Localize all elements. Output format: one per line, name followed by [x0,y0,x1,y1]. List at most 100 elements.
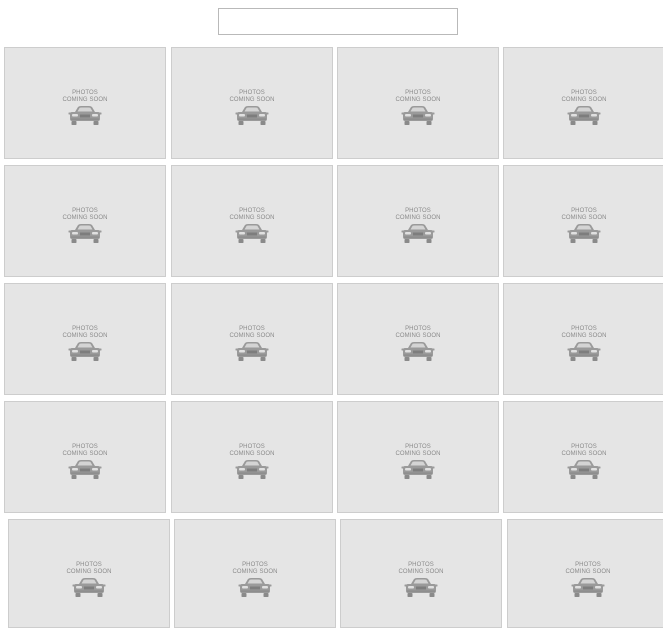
vehicle-photo-placeholder[interactable]: PHOTOS COMING SOON [171,47,333,159]
top-input-box[interactable] [218,8,458,35]
car-icon [567,106,601,125]
placeholder-line-2: COMING SOON [395,451,441,457]
car-icon [235,342,269,361]
vehicle-photo-placeholder[interactable]: PHOTOS COMING SOON [340,519,502,628]
placeholder-content: PHOTOS COMING SOON [338,326,498,363]
placeholder-line-2: COMING SOON [229,333,275,339]
placeholder-line-2: COMING SOON [229,97,275,103]
placeholder-line-1: PHOTOS [405,90,431,96]
placeholder-line-2: COMING SOON [565,569,611,575]
placeholder-content: PHOTOS COMING SOON [172,90,332,127]
placeholder-line-1: PHOTOS [239,326,265,332]
car-icon [401,342,435,361]
placeholder-line-2: COMING SOON [561,333,607,339]
placeholder-content: PHOTOS COMING SOON [172,444,332,481]
placeholder-line-2: COMING SOON [398,569,444,575]
placeholder-line-2: COMING SOON [561,215,607,221]
car-icon [238,578,272,597]
vehicle-photo-placeholder[interactable]: PHOTOS COMING SOON [337,401,499,513]
placeholder-line-2: COMING SOON [232,569,278,575]
placeholder-line-1: PHOTOS [239,444,265,450]
placeholder-line-2: COMING SOON [229,451,275,457]
placeholder-line-2: COMING SOON [395,215,441,221]
placeholder-content: PHOTOS COMING SOON [5,208,165,245]
vehicle-photo-placeholder[interactable]: PHOTOS COMING SOON [171,283,333,395]
car-icon [571,578,605,597]
placeholder-content: PHOTOS COMING SOON [341,562,501,599]
placeholder-line-1: PHOTOS [72,326,98,332]
vehicle-photo-placeholder[interactable]: PHOTOS COMING SOON [4,283,166,395]
placeholder-content: PHOTOS COMING SOON [175,562,335,599]
placeholder-line-2: COMING SOON [62,215,108,221]
placeholder-content: PHOTOS COMING SOON [5,444,165,481]
placeholder-line-1: PHOTOS [242,562,268,568]
vehicle-photo-placeholder[interactable]: PHOTOS COMING SOON [171,165,333,277]
vehicle-photo-placeholder[interactable]: PHOTOS COMING SOON [337,47,499,159]
car-icon [72,578,106,597]
vehicle-photo-placeholder[interactable]: PHOTOS COMING SOON [503,401,663,513]
placeholder-line-2: COMING SOON [62,333,108,339]
placeholder-line-1: PHOTOS [571,90,597,96]
placeholder-content: PHOTOS COMING SOON [504,326,663,363]
vehicle-photo-placeholder[interactable]: PHOTOS COMING SOON [174,519,336,628]
placeholder-content: PHOTOS COMING SOON [338,444,498,481]
car-icon [404,578,438,597]
placeholder-line-2: COMING SOON [62,97,108,103]
vehicle-photo-placeholder[interactable]: PHOTOS COMING SOON [503,47,663,159]
car-icon [68,224,102,243]
car-icon [567,460,601,479]
car-icon [235,106,269,125]
placeholder-line-1: PHOTOS [405,326,431,332]
placeholder-line-1: PHOTOS [72,208,98,214]
vehicle-photo-placeholder[interactable]: PHOTOS COMING SOON [171,401,333,513]
vehicle-photo-placeholder[interactable]: PHOTOS COMING SOON [8,519,170,628]
placeholder-line-1: PHOTOS [72,444,98,450]
placeholder-content: PHOTOS COMING SOON [172,208,332,245]
car-icon [401,106,435,125]
car-icon [401,224,435,243]
placeholder-line-1: PHOTOS [405,208,431,214]
placeholder-content: PHOTOS COMING SOON [504,90,663,127]
placeholder-content: PHOTOS COMING SOON [504,208,663,245]
vehicle-photo-placeholder[interactable]: PHOTOS COMING SOON [337,165,499,277]
placeholder-content: PHOTOS COMING SOON [172,326,332,363]
placeholder-line-2: COMING SOON [395,333,441,339]
vehicle-photo-placeholder[interactable]: PHOTOS COMING SOON [507,519,663,628]
vehicle-photo-placeholder[interactable]: PHOTOS COMING SOON [4,47,166,159]
car-icon [401,460,435,479]
car-icon [235,224,269,243]
placeholder-line-2: COMING SOON [66,569,112,575]
vehicle-photo-placeholder[interactable]: PHOTOS COMING SOON [337,283,499,395]
car-icon [235,460,269,479]
placeholder-content: PHOTOS COMING SOON [508,562,663,599]
placeholder-line-1: PHOTOS [405,444,431,450]
vehicle-photo-placeholder[interactable]: PHOTOS COMING SOON [4,401,166,513]
placeholder-line-2: COMING SOON [561,451,607,457]
placeholder-line-1: PHOTOS [408,562,434,568]
placeholder-line-1: PHOTOS [239,90,265,96]
car-icon [68,106,102,125]
placeholder-line-1: PHOTOS [575,562,601,568]
placeholder-line-2: COMING SOON [62,451,108,457]
placeholder-line-1: PHOTOS [571,208,597,214]
placeholder-content: PHOTOS COMING SOON [5,90,165,127]
placeholder-line-2: COMING SOON [561,97,607,103]
placeholder-line-1: PHOTOS [239,208,265,214]
placeholder-content: PHOTOS COMING SOON [338,90,498,127]
placeholder-content: PHOTOS COMING SOON [504,444,663,481]
vehicle-photo-placeholder[interactable]: PHOTOS COMING SOON [4,165,166,277]
placeholder-line-2: COMING SOON [229,215,275,221]
vehicle-photo-placeholder[interactable]: PHOTOS COMING SOON [503,283,663,395]
car-icon [68,342,102,361]
car-icon [68,460,102,479]
placeholder-content: PHOTOS COMING SOON [338,208,498,245]
placeholder-line-1: PHOTOS [571,444,597,450]
placeholder-content: PHOTOS COMING SOON [9,562,169,599]
car-icon [567,342,601,361]
placeholder-line-1: PHOTOS [571,326,597,332]
car-icon [567,224,601,243]
placeholder-line-1: PHOTOS [72,90,98,96]
placeholder-line-1: PHOTOS [76,562,102,568]
vehicle-photo-placeholder[interactable]: PHOTOS COMING SOON [503,165,663,277]
placeholder-line-2: COMING SOON [395,97,441,103]
